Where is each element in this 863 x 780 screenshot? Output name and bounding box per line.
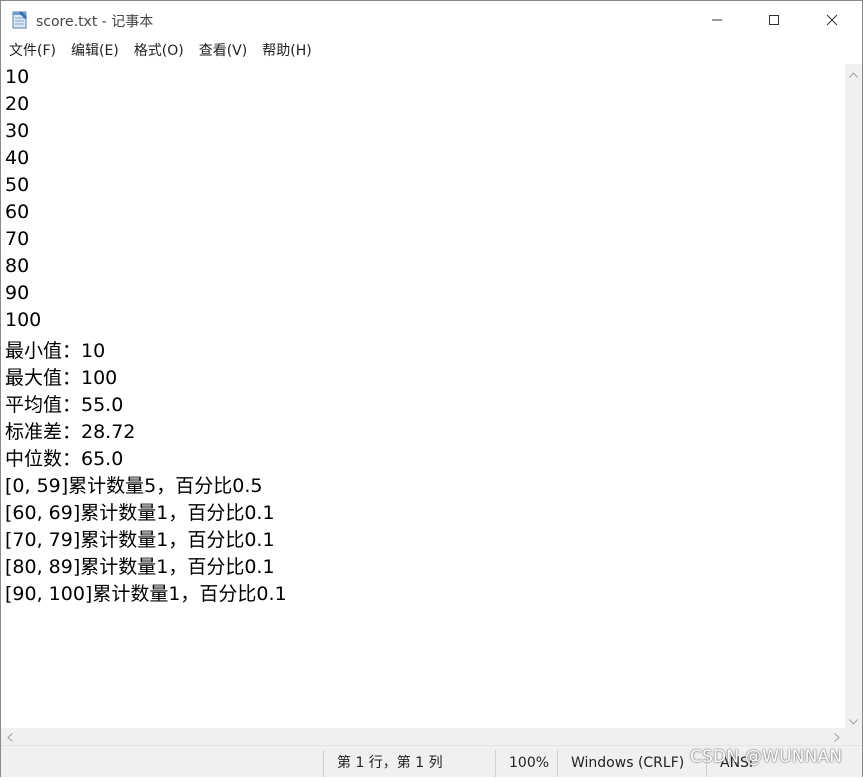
watermark-text: CSDN @WUNNAN [690,747,843,767]
zoom-level: 100% [509,755,550,771]
maximize-icon [768,11,780,30]
editor-line: 标准差：28.72 [5,421,136,443]
scrollbar-corner [845,728,862,745]
minimize-icon [711,11,723,30]
chevron-up-icon [849,63,858,82]
scroll-up-button[interactable] [845,64,862,81]
editor-line: 70 [5,228,30,250]
close-icon [826,11,838,30]
editor-line: 平均值：55.0 [5,394,124,416]
menu-edit[interactable]: 编辑(E) [64,39,126,64]
menu-bar: 文件(F) 编辑(E) 格式(O) 查看(V) 帮助(H) [1,39,862,64]
editor-line: 30 [5,120,30,142]
scroll-down-button[interactable] [845,711,862,728]
menu-view[interactable]: 查看(V) [192,39,255,64]
editor-line: 90 [5,282,30,304]
menu-format[interactable]: 格式(O) [127,39,191,64]
menu-help[interactable]: 帮助(H) [255,39,318,64]
editor-line: 80 [5,255,30,277]
scroll-right-button[interactable] [828,728,845,745]
editor-line: 60 [5,201,30,223]
chevron-left-icon [6,727,13,746]
editor-line: [0, 59]累计数量5，百分比0.5 [5,475,263,497]
window-title: score.txt - 记事本 [36,14,154,30]
chevron-right-icon [833,727,840,746]
chevron-down-icon [849,710,858,729]
editor-line: 10 [5,66,30,88]
editor-line: [60, 69]累计数量1，百分比0.1 [5,502,275,524]
text-editor[interactable]: 10 20 30 40 50 60 70 80 90 100 最小值：10 最大… [1,64,845,728]
editor-line: 40 [5,147,30,169]
editor-line: [90, 100]累计数量1，百分比0.1 [5,583,287,605]
maximize-button[interactable] [745,1,803,39]
editor-line: [80, 89]累计数量1，百分比0.1 [5,556,275,578]
cursor-position: 第 1 行，第 1 列 [337,755,443,771]
editor-line: 20 [5,93,30,115]
notepad-icon [12,10,28,29]
editor-line: 100 [5,309,42,331]
minimize-button[interactable] [688,1,746,39]
menu-file[interactable]: 文件(F) [1,39,63,64]
notepad-window: score.txt - 记事本 文件(F) 编辑(E) 格式(O) 查看(V) … [0,0,863,777]
vertical-scrollbar[interactable] [845,64,862,728]
title-bar[interactable]: score.txt - 记事本 [1,1,862,39]
editor-line: 最小值：10 [5,340,106,362]
editor-line: 最大值：100 [5,367,118,389]
editor-line: [70, 79]累计数量1，百分比0.1 [5,529,275,551]
scroll-left-button[interactable] [1,728,18,745]
line-ending: Windows (CRLF) [571,755,685,771]
editor-line: 中位数：65.0 [5,448,124,470]
editor-line: 50 [5,174,30,196]
close-button[interactable] [803,1,861,39]
horizontal-scrollbar[interactable] [1,728,845,745]
